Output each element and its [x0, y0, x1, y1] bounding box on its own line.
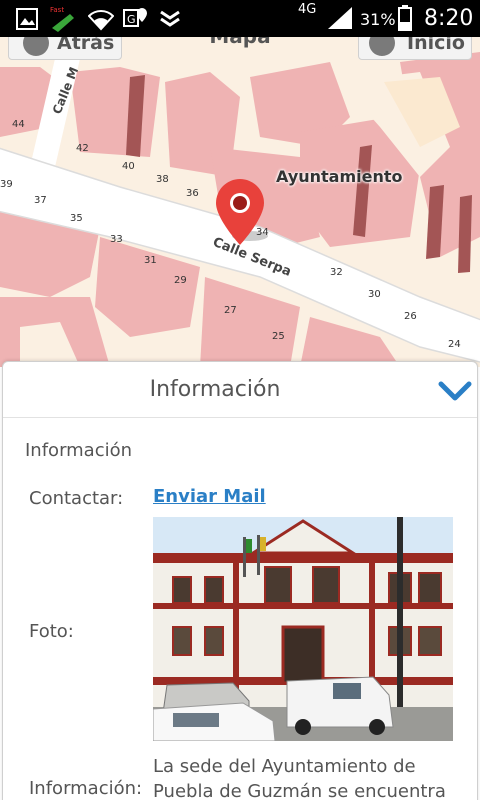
svg-text:25: 25: [272, 331, 285, 342]
panel-header[interactable]: Información: [3, 362, 477, 418]
clock: 8:20: [424, 6, 474, 31]
status-bar: Fast G 4G 31% 8:20: [0, 0, 480, 37]
app-notification-icon: Fast: [50, 6, 74, 32]
svg-text:35: 35: [70, 213, 83, 224]
send-mail-link[interactable]: Enviar Mail: [153, 486, 266, 507]
map-view[interactable]: Calle Serpa Calle M 444240 393837 363534…: [0, 37, 480, 367]
signal-icon: [328, 7, 352, 29]
download-check-icon: [160, 10, 180, 27]
contact-label: Contactar:: [29, 488, 124, 509]
info-panel: Información Información Contactar: Envia…: [2, 361, 478, 800]
svg-text:40: 40: [122, 161, 135, 172]
svg-text:38: 38: [156, 174, 169, 185]
svg-text:36: 36: [186, 188, 199, 199]
info-label: Información:: [29, 778, 143, 799]
svg-text:26: 26: [404, 311, 417, 322]
section-title: Información: [25, 440, 133, 461]
svg-text:37: 37: [34, 195, 47, 206]
town-hall-photo: [153, 517, 453, 741]
svg-text:29: 29: [174, 275, 187, 286]
svg-text:G: G: [127, 13, 136, 26]
svg-text:27: 27: [224, 305, 237, 316]
svg-text:32: 32: [330, 267, 343, 278]
location-icon: G: [123, 8, 147, 27]
place-label: Ayuntamiento: [276, 167, 403, 186]
svg-text:39: 39: [0, 179, 13, 190]
info-text: La sede del Ayuntamiento de Puebla de Gu…: [153, 756, 446, 800]
network-type: 4G: [298, 2, 317, 17]
svg-text:31: 31: [144, 255, 157, 266]
gallery-icon: [16, 8, 38, 30]
svg-text:44: 44: [12, 119, 25, 130]
svg-text:Fast: Fast: [50, 6, 64, 14]
chevron-down-icon[interactable]: [437, 376, 473, 404]
battery-icon: [398, 5, 412, 31]
photo-label: Foto:: [29, 621, 74, 642]
wifi-icon: [88, 10, 114, 31]
panel-title: Información: [149, 377, 281, 402]
svg-text:42: 42: [76, 143, 89, 154]
svg-text:24: 24: [448, 339, 461, 350]
map-tiles: Calle Serpa Calle M 444240 393837 363534…: [0, 37, 480, 367]
battery-percent: 31%: [360, 10, 396, 29]
svg-text:30: 30: [368, 289, 381, 300]
svg-text:33: 33: [110, 234, 123, 245]
